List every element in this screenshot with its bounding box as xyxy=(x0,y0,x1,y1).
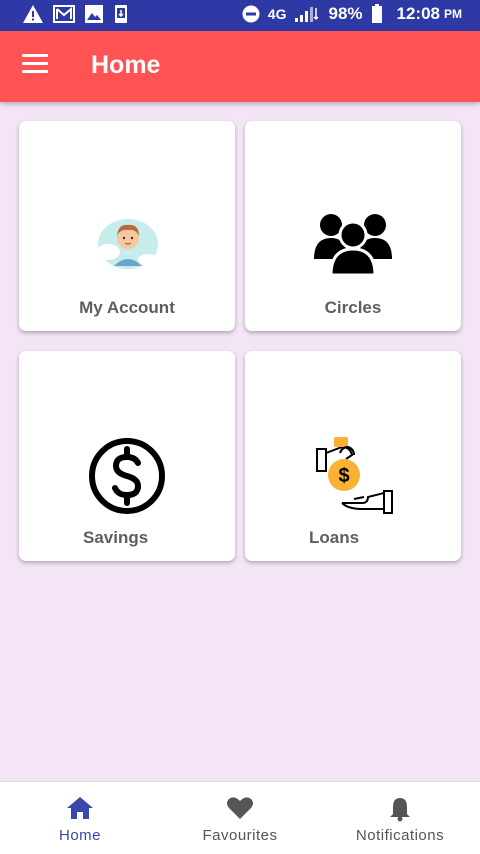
savings-card[interactable]: Savings xyxy=(19,351,235,561)
nav-item-home[interactable]: Home xyxy=(0,782,160,854)
battery-percent: 98% xyxy=(328,4,363,23)
nav-item-notifications[interactable]: Notifications xyxy=(320,782,480,854)
bottom-navigation: Home Favourites Notifications xyxy=(0,781,480,854)
phone-icon xyxy=(115,5,127,23)
nav-label-favourites: Favourites xyxy=(202,827,278,844)
signal-icon xyxy=(295,7,320,22)
app-toolbar: Home xyxy=(0,31,480,102)
loans-card[interactable]: $ Loans xyxy=(245,351,461,561)
dollar-circle-icon xyxy=(89,438,165,514)
card-label: Loans xyxy=(309,528,360,547)
network-type: 4G xyxy=(267,6,287,22)
heart-icon xyxy=(227,797,253,819)
clock-time: 12:08 xyxy=(396,4,440,23)
bell-icon xyxy=(390,798,410,822)
page-title: Home xyxy=(91,51,161,79)
battery-icon xyxy=(371,4,382,23)
nav-item-favourites[interactable]: Favourites xyxy=(160,782,320,854)
my-account-card[interactable]: My Account xyxy=(19,121,235,331)
mail-icon xyxy=(53,5,75,23)
do-not-disturb-icon xyxy=(242,5,260,23)
circles-card[interactable]: Circles xyxy=(245,121,461,331)
nav-label-notifications: Notifications xyxy=(355,827,445,844)
warning-icon xyxy=(23,5,43,23)
card-label: Circles xyxy=(324,298,382,317)
nav-label-home: Home xyxy=(58,827,101,844)
image-icon xyxy=(85,5,103,23)
status-bar: 4G 98% 12:08 PM xyxy=(0,0,480,31)
group-people-icon xyxy=(314,214,392,277)
card-label: My Account xyxy=(79,298,175,317)
clock-ampm: PM xyxy=(444,7,462,21)
hamburger-menu-icon[interactable] xyxy=(22,54,48,76)
home-icon xyxy=(67,797,93,819)
user-avatar-icon xyxy=(96,219,158,269)
money-bag-hand-icon: $ xyxy=(316,437,393,514)
card-label: Savings xyxy=(83,528,149,547)
svg-text:$: $ xyxy=(338,465,349,487)
